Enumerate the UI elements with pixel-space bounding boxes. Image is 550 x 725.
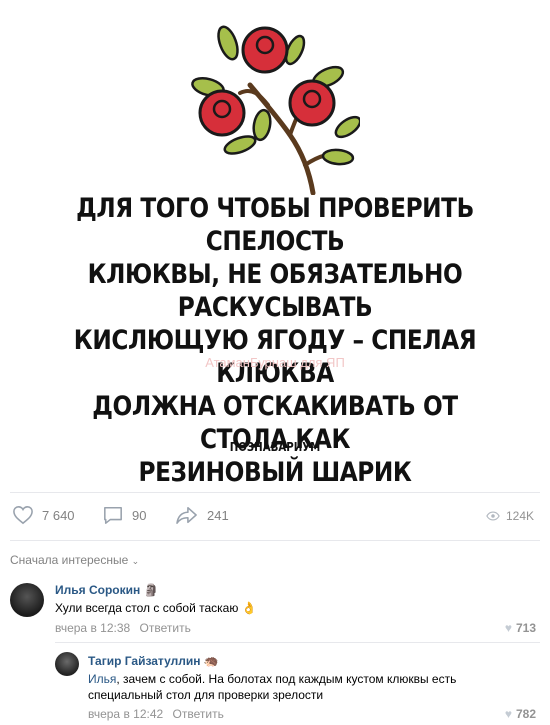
reply-button[interactable]: Ответить — [173, 707, 224, 721]
divider — [55, 642, 540, 643]
like-count: 7 640 — [42, 507, 75, 523]
eye-icon — [486, 511, 500, 521]
comment-body-line2: специальный стол для проверки зрелости — [88, 688, 324, 702]
comment-meta: вчера в 12:38 Ответить — [55, 621, 191, 635]
ok-hand-emoji: 👌 — [241, 601, 257, 615]
watermark: АтаманБурнаш для ЯП — [205, 355, 345, 370]
heart-icon: ♥ — [504, 707, 512, 721]
comment-text: Хули всегда стол с собой таскаю 👌 — [55, 600, 257, 616]
divider — [10, 540, 540, 541]
cranberry-branch-illustration — [191, 25, 360, 195]
author-name: Тагир Гайзатуллин — [88, 654, 201, 668]
caption-line: ДЛЯ ТОГО ЧТОБЫ ПРОВЕРИТЬ СПЕЛОСТЬ — [76, 193, 474, 257]
caption-line: РЕЗИНОВЫЙ ШАРИК — [138, 457, 412, 488]
moai-badge-icon: 🗿 — [143, 583, 159, 597]
author-name: Илья Сорокин — [55, 583, 141, 597]
share-button[interactable]: 241 — [175, 505, 229, 525]
share-count: 241 — [207, 507, 229, 523]
avatar[interactable] — [10, 583, 44, 617]
avatar[interactable] — [55, 652, 79, 676]
comment-text: Илья, зачем с собой. На болотах под кажд… — [88, 671, 518, 703]
comment-body: Хули всегда стол с собой таскаю — [55, 601, 239, 615]
heart-icon: ♥ — [504, 621, 512, 635]
comment-button[interactable]: 90 — [102, 505, 146, 525]
reply-button[interactable]: Ответить — [140, 621, 191, 635]
divider — [10, 492, 540, 493]
comment-like-count: 713 — [515, 621, 536, 635]
brand-label: ПОЗНАВАРИУМ — [229, 440, 321, 454]
comment-body: , зачем с собой. На болотах под каждым к… — [116, 672, 457, 686]
views-count: 124K — [505, 509, 534, 523]
share-icon — [176, 506, 197, 524]
comment-like-button[interactable]: ♥ 782 — [505, 707, 536, 721]
views-counter: 124K — [486, 509, 534, 523]
comment-time[interactable]: вчера в 12:38 — [55, 621, 130, 635]
comment-author[interactable]: Илья Сорокин 🗿 — [55, 583, 159, 597]
comment-count: 90 — [132, 507, 147, 523]
chevron-down-icon: ⌄ — [131, 556, 140, 566]
post-image[interactable]: ДЛЯ ТОГО ЧТОБЫ ПРОВЕРИТЬ СПЕЛОСТЬ КЛЮКВЫ… — [0, 0, 550, 490]
comment-meta: вчера в 12:42 Ответить — [88, 707, 224, 721]
comment-like-button[interactable]: ♥ 713 — [505, 621, 536, 635]
comment-time[interactable]: вчера в 12:42 — [88, 707, 163, 721]
comment-icon — [104, 506, 122, 524]
post-actions: 7 640 90 241 124K — [10, 500, 540, 530]
comment-author[interactable]: Тагир Гайзатуллин 🦔 — [88, 654, 219, 668]
heart-icon — [13, 506, 33, 525]
hedgehog-badge-icon: 🦔 — [203, 654, 219, 668]
caption-line: КЛЮКВЫ, НЕ ОБЯЗАТЕЛЬНО РАСКУСЫВАТЬ — [87, 259, 463, 323]
like-button[interactable]: 7 640 — [12, 505, 75, 525]
sort-label: Сначала интересные — [10, 553, 129, 567]
reply-mention[interactable]: Илья — [88, 672, 116, 686]
comment-like-count: 782 — [515, 707, 536, 721]
comments-sort-dropdown[interactable]: Сначала интересные ⌄ — [10, 553, 139, 567]
